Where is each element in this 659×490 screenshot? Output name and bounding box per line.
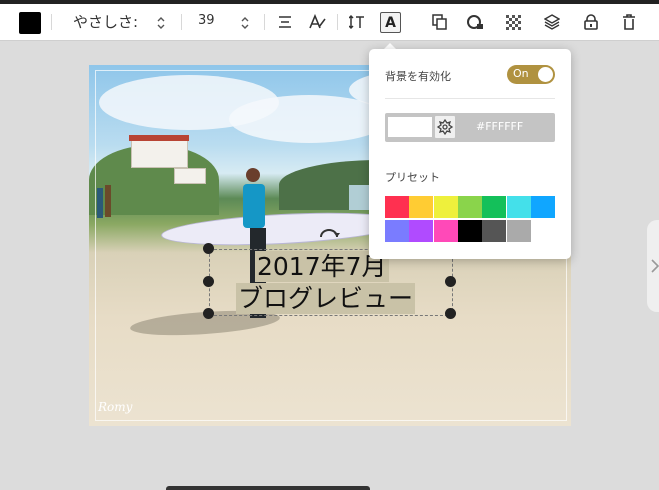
settings-gear-icon <box>436 118 454 136</box>
color-picker-button[interactable] <box>435 116 455 138</box>
preset-color-swatch[interactable] <box>409 220 434 242</box>
rotate-handle-icon[interactable] <box>318 225 340 239</box>
line-spacing-icon[interactable] <box>348 4 366 40</box>
preset-color-swatch[interactable] <box>457 196 482 218</box>
font-size-input[interactable]: 39 <box>198 13 215 28</box>
resize-handle[interactable] <box>445 308 456 319</box>
preset-color-swatch[interactable] <box>482 196 507 218</box>
enable-background-label: 背景を有効化 <box>385 70 451 83</box>
toolbar-divider <box>337 14 338 30</box>
preset-color-swatch[interactable] <box>482 220 507 242</box>
color-preview-swatch[interactable] <box>388 117 432 137</box>
preset-color-swatch[interactable] <box>530 220 555 242</box>
toolbar-divider <box>181 14 182 30</box>
side-panel-toggle[interactable] <box>647 220 659 312</box>
text-style-icon[interactable] <box>307 4 327 40</box>
lock-icon[interactable] <box>582 4 600 40</box>
preset-color-swatch[interactable] <box>457 220 482 242</box>
trash-icon[interactable] <box>620 4 638 40</box>
preset-color-swatch[interactable] <box>433 196 458 218</box>
shape-icon[interactable] <box>466 4 484 40</box>
preset-color-swatch[interactable] <box>385 196 409 218</box>
preset-color-swatch[interactable] <box>506 220 531 242</box>
toolbar-divider <box>51 14 52 30</box>
presets-label: プリセット <box>385 171 440 184</box>
preset-color-grid <box>385 196 555 242</box>
toggle-state-label: On <box>513 67 529 80</box>
enable-background-toggle[interactable]: On <box>507 65 555 84</box>
font-select-chevron-icon[interactable] <box>157 16 165 30</box>
resize-handle[interactable] <box>203 308 214 319</box>
resize-handle[interactable] <box>203 276 214 287</box>
chevron-right-icon <box>651 259 659 273</box>
preset-color-swatch[interactable] <box>385 220 409 242</box>
preset-color-swatch[interactable] <box>506 196 531 218</box>
toolbar-divider <box>264 14 265 30</box>
resize-handle[interactable] <box>445 276 456 287</box>
text-line-2: ブログレビュー <box>236 283 416 314</box>
text-color-swatch[interactable] <box>19 12 41 34</box>
text-toolbar: やさしさ: 39 A <box>0 4 659 41</box>
align-center-icon[interactable] <box>276 4 294 40</box>
transparency-icon[interactable] <box>504 4 522 40</box>
preset-color-swatch[interactable] <box>433 220 458 242</box>
duplicate-icon[interactable] <box>430 4 448 40</box>
hex-color-input[interactable]: #FFFFFF <box>476 120 523 133</box>
preset-color-swatch[interactable] <box>409 196 434 218</box>
font-size-stepper-icon[interactable] <box>241 16 249 30</box>
preset-color-swatch[interactable] <box>530 196 555 218</box>
popup-divider <box>385 98 555 99</box>
photo-watermark: Romy <box>98 400 133 414</box>
resize-handle[interactable] <box>203 243 214 254</box>
background-settings-popup: 背景を有効化 On #FFFFFF プリセット <box>369 49 571 259</box>
toggle-knob <box>538 67 553 82</box>
color-input-row: #FFFFFF <box>385 113 555 142</box>
layers-icon[interactable] <box>543 4 561 40</box>
font-family-select[interactable]: やさしさ: <box>73 11 138 32</box>
text-background-icon[interactable]: A <box>380 12 401 33</box>
bottom-panel-edge <box>166 486 370 490</box>
